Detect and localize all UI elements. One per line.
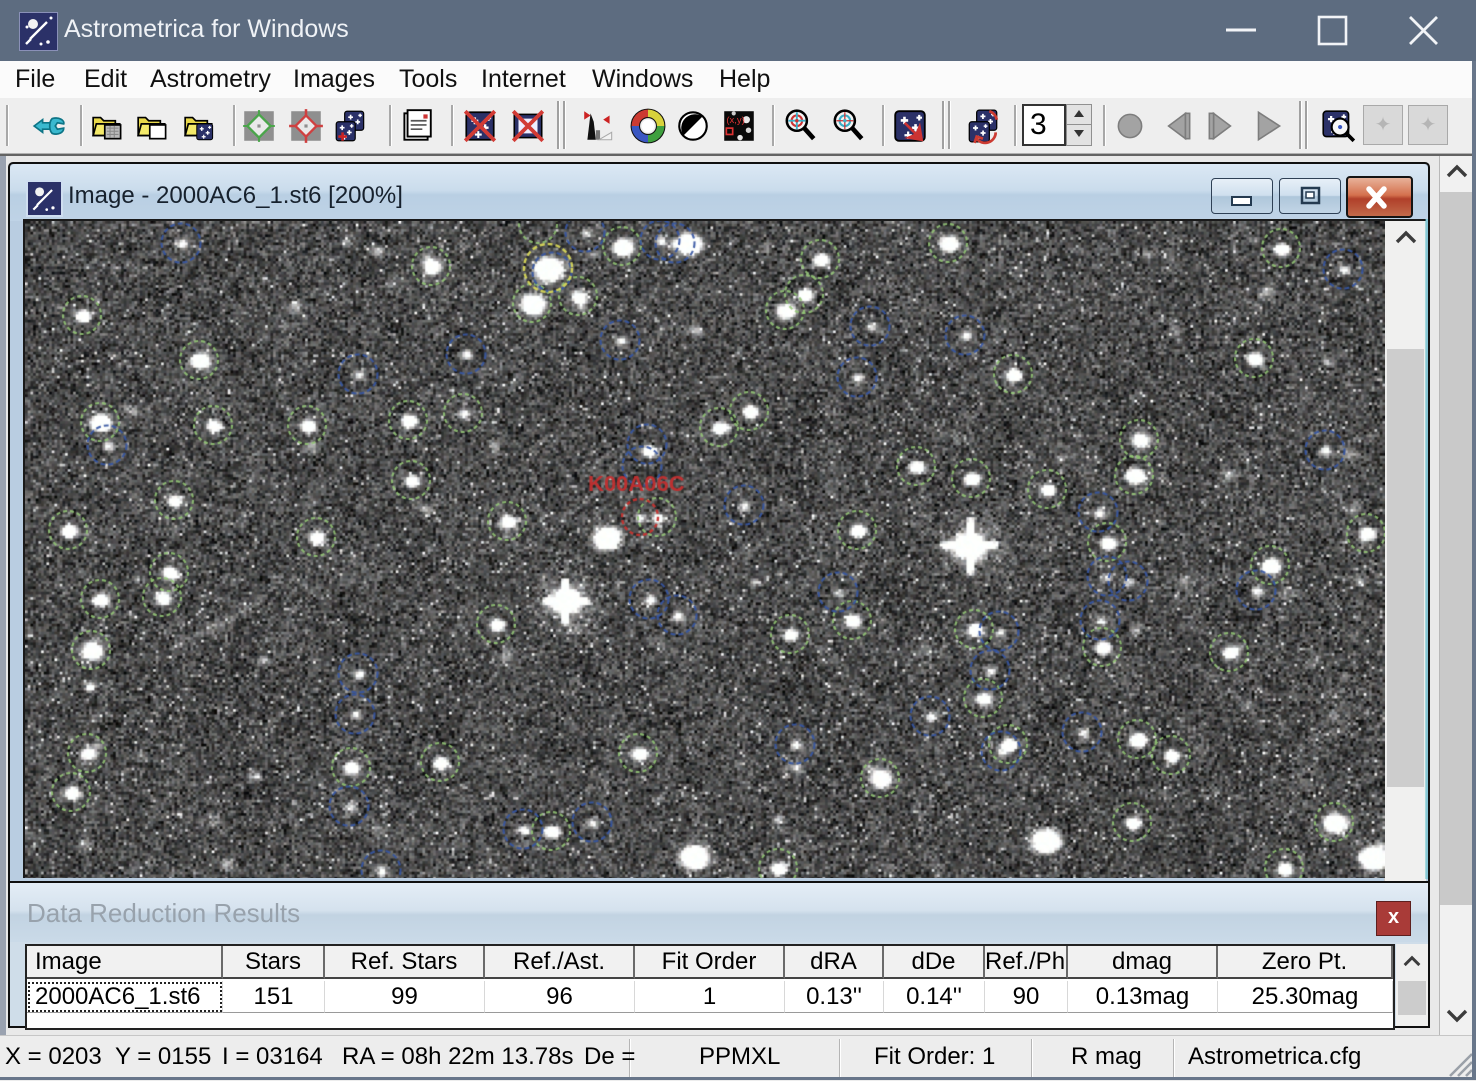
svg-text:(x,y): (x,y) [726,115,744,126]
